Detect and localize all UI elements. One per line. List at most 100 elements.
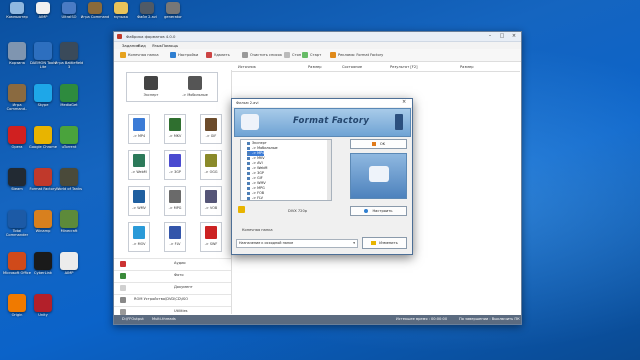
format-tile[interactable]: -> MP4 <box>128 114 150 144</box>
desktop-app-icon <box>60 126 78 144</box>
desktop-app-icon <box>114 2 128 14</box>
toolbar-icon <box>330 52 336 58</box>
format-label: -> SWF <box>204 242 218 246</box>
column-header[interactable]: Состояние <box>342 65 362 69</box>
toolbar-button[interactable]: Удалить <box>206 51 230 59</box>
toolbar-button[interactable]: Настройки <box>170 51 198 59</box>
format-tile[interactable]: -> 3GP <box>164 150 186 180</box>
output-folder-select[interactable]: Назначение к исходной папке ▾ <box>236 239 358 248</box>
toolbar-button[interactable]: Реклама: Format Factory <box>330 51 383 59</box>
format-tile[interactable]: -> VOB <box>200 186 222 216</box>
status-threads[interactable]: Multi-threads <box>152 317 176 321</box>
column-header[interactable]: Размер <box>460 65 473 69</box>
tree-item-label: Эксперт <box>252 141 267 145</box>
desktop-icon[interactable]: Unity <box>28 292 58 326</box>
category-row[interactable]: Аудио <box>114 258 231 269</box>
desktop-icon[interactable]: MediaGet <box>54 82 84 116</box>
format-tile[interactable]: -> SWF <box>200 222 222 252</box>
tree-item-label: -> GIF <box>252 176 263 180</box>
toolbar-label: Очистить список <box>250 53 283 57</box>
maximize-icon[interactable]: □ <box>496 32 508 40</box>
desktop-icon-label: AIMP <box>64 271 74 275</box>
category-label: Utilities <box>174 309 188 313</box>
tree-item-label: -> Мобильные <box>252 146 278 150</box>
format-tile[interactable]: -> FLV <box>164 222 186 252</box>
toolbar-button[interactable]: Старт <box>302 51 321 59</box>
format-tile[interactable]: -> GIF <box>200 114 222 144</box>
category-tile[interactable]: -> Мобильные <box>175 75 215 97</box>
format-tile[interactable]: -> MPG <box>164 186 186 216</box>
change-folder-button[interactable]: Изменить <box>362 237 407 249</box>
desktop-icon[interactable]: World of Tanks <box>54 166 84 200</box>
tree-scrollbar[interactable] <box>327 140 331 200</box>
convert-dialog[interactable]: Фильм 2.avi × Format Factory Эксперт -> … <box>231 98 413 255</box>
settings-button[interactable]: Настроить <box>350 206 407 216</box>
format-tile[interactable]: -> WMV <box>128 186 150 216</box>
category-row[interactable]: ROM Устройство\DVD\CD\ISO <box>114 294 231 305</box>
column-header[interactable]: Размер <box>308 65 321 69</box>
desktop-app-icon <box>8 294 26 312</box>
format-icon <box>205 118 217 131</box>
ok-button[interactable]: OK <box>350 139 407 149</box>
toolbar-button[interactable]: Стоп <box>284 51 301 59</box>
desktop-icon[interactable]: Minecraft <box>54 208 84 242</box>
format-icon <box>169 226 181 239</box>
format-tile[interactable]: -> WebM <box>128 150 150 180</box>
menu-item[interactable]: Задание <box>122 43 139 48</box>
toolbar-icon <box>242 52 248 58</box>
category-icon <box>120 261 126 267</box>
tree-node-icon <box>247 171 250 175</box>
desktop-app-icon <box>8 210 26 228</box>
format-icon <box>133 154 145 167</box>
toolbar-button[interactable]: Конечная папка <box>120 51 159 59</box>
category-tile[interactable]: Эксперт <box>131 75 171 97</box>
format-label: -> MP4 <box>132 134 146 138</box>
status-output-folder[interactable]: D:\FFOutput <box>122 317 144 321</box>
format-tile[interactable]: -> OGG <box>200 150 222 180</box>
close-icon[interactable]: × <box>508 32 520 40</box>
dialog-title-bar[interactable]: Фильм 2.avi × <box>232 99 412 107</box>
desktop-icon[interactable]: generator <box>158 0 188 28</box>
tree-node-icon <box>247 156 250 160</box>
format-tile[interactable]: -> MOV <box>128 222 150 252</box>
output-size-text: DIVX 720p <box>288 209 308 213</box>
column-header[interactable]: Источник <box>238 65 256 69</box>
tree-node-icon <box>247 161 250 165</box>
column-header[interactable]: Результат [F2] <box>390 65 418 69</box>
tree-node-icon <box>247 141 250 145</box>
desktop-app-icon <box>8 126 26 144</box>
menu-item[interactable]: Вид <box>138 43 146 48</box>
category-row[interactable]: Фото <box>114 270 231 281</box>
menu-item[interactable]: Язык <box>152 43 162 48</box>
desktop-app-icon <box>36 2 50 14</box>
toolbar-icon <box>284 52 290 58</box>
minimize-icon[interactable]: – <box>484 32 496 40</box>
toolbar-button[interactable]: Очистить список <box>242 51 282 59</box>
format-tile[interactable]: -> MKV <box>164 114 186 144</box>
desktop-icon[interactable]: AIMP <box>54 250 84 284</box>
status-bar: D:\FFOutput Multi-threads Истекшее время… <box>114 315 521 324</box>
title-bar[interactable]: Фабрика форматов 4.0.0 – □ × <box>114 32 521 42</box>
tree-node-icon <box>247 191 250 195</box>
app-icon <box>117 34 122 39</box>
desktop-icon[interactable]: uTorrent <box>54 124 84 158</box>
category-icon <box>120 285 126 291</box>
category-row[interactable]: Документ <box>114 282 231 293</box>
desktop-app-icon <box>34 168 52 186</box>
banner-text: Format Factory <box>293 116 370 126</box>
status-after-finish[interactable]: По завершении : Выключить ПК <box>459 317 520 321</box>
ok-icon <box>371 142 376 146</box>
output-folder-value: Назначение к исходной папке <box>239 241 294 245</box>
dialog-close-icon[interactable]: × <box>402 99 406 105</box>
tree-item[interactable]: -> FLV <box>247 196 263 201</box>
format-icon <box>133 226 145 239</box>
change-label: Изменить <box>379 241 398 245</box>
chevron-down-icon[interactable]: ▾ <box>353 240 355 247</box>
desktop-icon-label: uTorrent <box>61 145 77 149</box>
menu-item[interactable]: Помощь <box>162 43 178 48</box>
desktop-icon[interactable]: Игра Battlefield 3 <box>54 40 84 74</box>
top-tiles: Эксперт -> Мобильные <box>126 72 218 102</box>
format-icon <box>133 190 145 203</box>
tile-icon <box>188 76 202 90</box>
format-tree[interactable]: Эксперт -> Мобильные -> MP4 -> MKV -> AV… <box>240 139 332 201</box>
